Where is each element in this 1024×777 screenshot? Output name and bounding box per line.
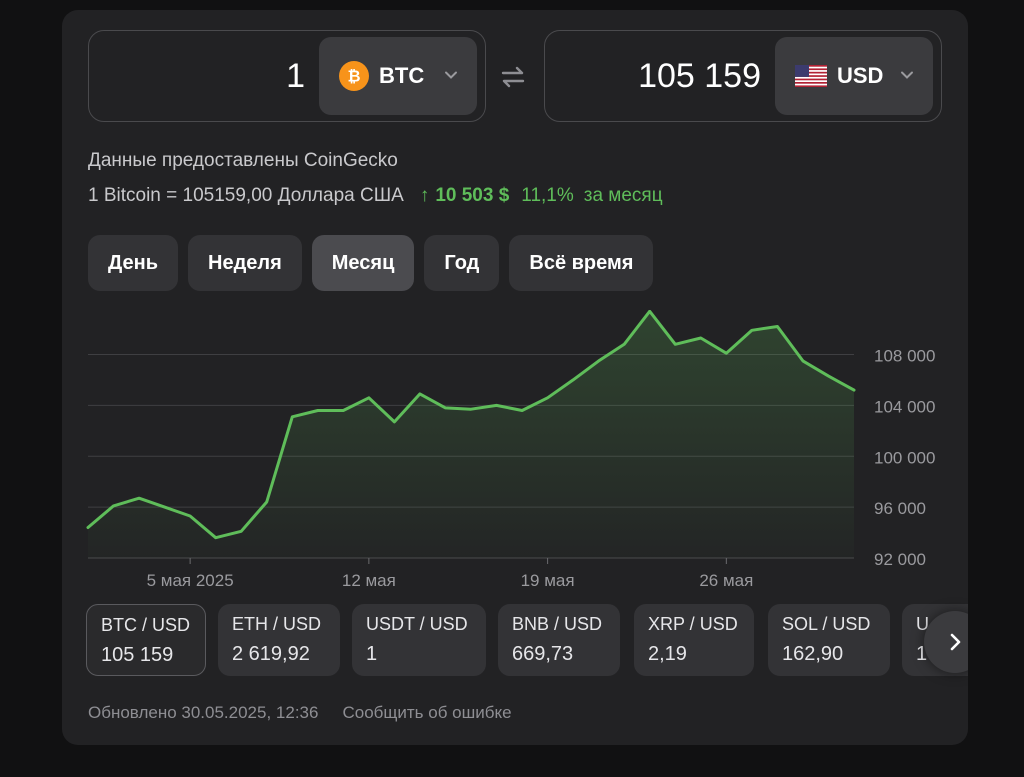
x-tick-label: 19 мая [521,571,575,590]
ticker-pair: USDT / USD [366,614,468,634]
change-percent: 11,1% [521,185,574,206]
ticker-bnb-usd[interactable]: BNB / USD 669,73 [498,604,620,676]
arrow-up-icon: ↑ [419,185,430,206]
y-tick-label: 96 000 [874,499,926,518]
ticker-strip: BTC / USD 105 159 ETH / USD 2 619,92 USD… [86,604,968,678]
ticker-eth-usd[interactable]: ETH / USD 2 619,92 [218,604,340,676]
ticker-value: 162,90 [782,643,844,665]
y-tick-label: 100 000 [874,448,935,467]
chevron-down-icon [901,71,913,79]
chevron-down-icon [445,71,457,79]
tab-month[interactable]: Месяц [311,235,415,291]
updated-timestamp: Обновлено 30.05.2025, 12:36 [88,703,319,722]
rate-line: 1 Bitcoin = 105159,00 Доллара США ↑ 10 5… [88,185,663,207]
to-currency-select[interactable]: USD [775,37,933,115]
rate-widget: 1 ₿ BTC 105 159 USD Данные предоставлены… [62,10,968,745]
price-chart: 108 000 104 000 100 000 96 000 92 000 5 мая 2… [86,310,935,590]
tab-week[interactable]: Неделя [188,235,302,291]
ticker-value: 1 [366,643,378,665]
x-tick-label: 12 мая [342,571,396,590]
from-currency-select[interactable]: ₿ BTC [319,37,477,115]
x-tick-label: 5 мая 2025 [147,571,234,590]
ticker-pair: XRP / USD [648,614,738,634]
to-amount-input[interactable]: 105 159 [555,53,761,99]
ticker-value: 669,73 [512,643,574,665]
us-flag-icon [795,65,827,87]
ticker-pair: SOL / USD [782,614,871,634]
to-currency-code: USD [837,63,884,88]
change-value: 10 503 $ [435,185,510,206]
period-tabs: День Неделя Месяц Год Всё время [88,235,654,291]
tab-all-time[interactable]: Всё время [509,235,654,291]
ticker-pair: BTC / USD [101,615,191,635]
from-currency-code: BTC [379,63,425,88]
tab-day[interactable]: День [88,235,178,291]
ticker-btc-usd[interactable]: BTC / USD 105 159 [86,604,206,676]
svg-text:₿: ₿ [347,67,360,86]
rate-change: ↑ 10 503 $ 11,1% за месяц [420,185,663,207]
chevron-right-icon [950,633,961,651]
bitcoin-icon: ₿ [339,61,369,91]
ticker-xrp-usd[interactable]: XRP / USD 2,19 [634,604,754,676]
x-tick-label: 26 мая [699,571,753,590]
data-provider-text: Данные предоставлены CoinGecko [88,150,398,171]
tab-year[interactable]: Год [424,235,500,291]
y-tick-label: 104 000 [874,397,935,416]
y-tick-label: 108 000 [874,347,935,366]
from-amount-input[interactable]: 1 [99,53,305,99]
y-tick-label: 92 000 [874,550,926,569]
ticker-value: 2 619,92 [232,643,310,665]
rate-text: 1 Bitcoin = 105159,00 Доллара США [88,185,404,206]
report-error-link[interactable]: Сообщить об ошибке [342,703,511,723]
ticker-usdt-usd[interactable]: USDT / USD 1 [352,604,486,676]
to-amount-box[interactable]: 105 159 USD [544,30,942,122]
ticker-pair: BNB / USD [512,614,603,634]
swap-icon[interactable] [498,62,528,92]
footer: Обновлено 30.05.2025, 12:36 Сообщить об … [88,703,512,723]
from-amount-box[interactable]: 1 ₿ BTC [88,30,486,122]
ticker-pair: ETH / USD [232,614,322,634]
change-period: за месяц [583,185,663,206]
price-area [88,311,854,558]
ticker-sol-usd[interactable]: SOL / USD 162,90 [768,604,890,676]
ticker-value: 2,19 [648,643,687,665]
ticker-value: 105 159 [101,644,174,666]
